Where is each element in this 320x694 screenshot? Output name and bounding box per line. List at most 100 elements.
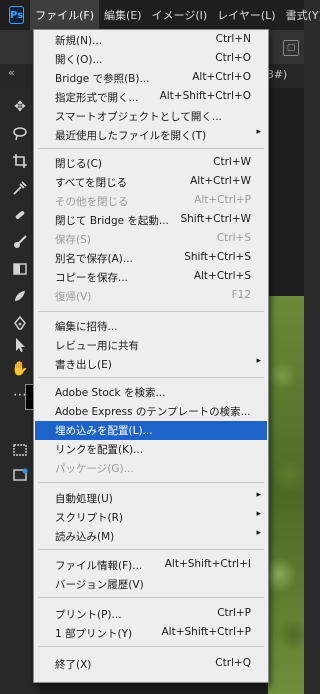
- menu-item-export[interactable]: 書き出し(E) ▸: [35, 355, 267, 374]
- menu-separator: [38, 482, 264, 483]
- menu-item-print[interactable]: プリント(P)... Ctrl+P: [35, 605, 267, 624]
- menu-item-shortcut: Alt+Shift+Ctrl+P: [161, 626, 252, 638]
- menu-separator: [38, 377, 264, 378]
- menu-item-invite-to-edit[interactable]: 編集に招待...: [35, 317, 267, 336]
- menu-item-label: コピーを保存...: [55, 272, 129, 284]
- pen-tool-icon[interactable]: [10, 313, 30, 333]
- menu-separator: [38, 549, 264, 550]
- menu-item-label: リンクを配置(K)...: [55, 444, 144, 456]
- menu-item-label: スクリプト(R): [55, 512, 123, 524]
- menu-item-scripts[interactable]: スクリプト(R) ▸: [35, 508, 267, 527]
- submenu-arrow-icon: ▸: [256, 127, 261, 137]
- menu-item-close-all[interactable]: すべてを閉じる Alt+Ctrl+W: [35, 173, 267, 192]
- menu-item-shortcut: Shift+Ctrl+S: [184, 251, 251, 263]
- menu-item-label: 開く(O)...: [55, 54, 103, 66]
- menu-item-open-as-smart-object[interactable]: スマートオブジェクトとして開く...: [35, 107, 267, 126]
- menu-item-label: プリント(P)...: [55, 609, 122, 621]
- canvas-image: [268, 296, 304, 694]
- menu-item-browse-in-bridge[interactable]: Bridge で参照(B)... Alt+Ctrl+O: [35, 69, 267, 88]
- menu-item-new[interactable]: 新規(N)... Ctrl+N: [35, 31, 267, 50]
- menu-item-label: スマートオブジェクトとして開く...: [55, 111, 222, 123]
- menubar-item-edit[interactable]: 編集(E): [99, 0, 147, 30]
- menu-item-open[interactable]: 開く(O)... Ctrl+O: [35, 50, 267, 69]
- menu-item-revert: 復帰(V) F12: [35, 287, 267, 306]
- menu-item-label: Bridge で参照(B)...: [55, 73, 150, 85]
- menu-item-shortcut: Ctrl+Q: [215, 657, 251, 669]
- brush-tool-icon[interactable]: [10, 232, 30, 252]
- menu-item-place-linked[interactable]: リンクを配置(K)...: [35, 440, 267, 459]
- dodge-tool-icon[interactable]: [10, 286, 30, 306]
- menu-item-save: 保存(S) Ctrl+S: [35, 230, 267, 249]
- menu-item-automate[interactable]: 自動処理(U) ▸: [35, 489, 267, 508]
- menu-item-save-as[interactable]: 別名で保存(A)... Shift+Ctrl+S: [35, 249, 267, 268]
- menubar-item-layer[interactable]: レイヤー(L): [212, 0, 280, 30]
- quick-mask-icon[interactable]: [10, 440, 30, 460]
- collapse-panels-icon[interactable]: «: [8, 66, 15, 79]
- menu-item-label: 読み込み(M): [55, 531, 115, 543]
- menu-item-label: バージョン履歴(V): [55, 579, 144, 591]
- menu-item-label: 閉じる(C): [55, 158, 103, 170]
- menu-item-shortcut: Ctrl+S: [216, 232, 251, 244]
- crop-tool-icon[interactable]: [10, 151, 30, 171]
- menu-item-shortcut: Shift+Ctrl+W: [180, 213, 251, 225]
- file-menu: 新規(N)... Ctrl+N 開く(O)... Ctrl+O Bridge で…: [33, 29, 269, 683]
- menu-item-label: 保存(S): [55, 234, 91, 246]
- path-selection-tool-icon[interactable]: [10, 335, 30, 355]
- hand-tool-icon[interactable]: ✋: [10, 359, 30, 379]
- menu-item-close-and-go-to-bridge[interactable]: 閉じて Bridge を起動... Shift+Ctrl+W: [35, 211, 267, 230]
- submenu-arrow-icon: ▸: [256, 490, 261, 500]
- gradient-tool-icon[interactable]: [10, 259, 30, 279]
- menu-item-file-info[interactable]: ファイル情報(F)... Alt+Shift+Ctrl+I: [35, 556, 267, 575]
- lasso-tool-icon[interactable]: [10, 124, 30, 144]
- move-tool-icon[interactable]: ✥: [10, 97, 30, 117]
- menu-item-label: Adobe Stock を検索...: [55, 387, 166, 399]
- menubar-item-file[interactable]: ファイル(F): [30, 0, 100, 30]
- menu-item-label: 自動処理(U): [55, 493, 113, 505]
- menubar-item-type[interactable]: 書式(Y): [281, 0, 320, 30]
- photoshop-logo[interactable]: Ps: [9, 6, 25, 24]
- menu-item-label: 新規(N)...: [55, 35, 103, 47]
- menu-item-label: 書き出し(E): [55, 359, 112, 371]
- menu-item-exit[interactable]: 終了(X) Ctrl+Q: [35, 655, 267, 674]
- menu-item-close[interactable]: 閉じる(C) Ctrl+W: [35, 154, 267, 173]
- menu-item-shortcut: Ctrl+P: [217, 607, 251, 619]
- menu-item-shortcut: F12: [231, 289, 251, 301]
- menu-item-shortcut: Alt+Shift+Ctrl+I: [164, 558, 251, 570]
- menu-item-label: 指定形式で開く...: [55, 92, 139, 104]
- healing-brush-tool-icon[interactable]: [10, 205, 30, 225]
- submenu-arrow-icon: ▸: [256, 356, 261, 366]
- menu-item-label: ファイル情報(F)...: [55, 560, 143, 572]
- menu-item-shortcut: Alt+Ctrl+S: [193, 270, 251, 282]
- screen-mode-icon[interactable]: [10, 465, 30, 485]
- menu-item-label: レビュー用に共有: [55, 340, 139, 352]
- menu-item-label: 復帰(V): [55, 291, 92, 303]
- menu-item-print-one-copy[interactable]: 1 部プリント(Y) Alt+Shift+Ctrl+P: [35, 624, 267, 643]
- menu-separator: [38, 311, 264, 312]
- menu-item-version-history[interactable]: バージョン履歴(V): [35, 575, 267, 594]
- menu-item-save-a-copy[interactable]: コピーを保存... Alt+Ctrl+S: [35, 268, 267, 287]
- menu-item-open-as[interactable]: 指定形式で開く... Alt+Shift+Ctrl+O: [35, 88, 267, 107]
- menubar-item-image[interactable]: イメージ(I): [147, 0, 213, 30]
- submenu-arrow-icon: ▸: [256, 528, 261, 538]
- menu-item-search-adobe-stock[interactable]: Adobe Stock を検索...: [35, 383, 267, 402]
- menu-item-label: 最近使用したファイルを開く(T): [55, 130, 207, 142]
- menu-item-shortcut: Alt+Ctrl+P: [194, 194, 251, 206]
- submenu-arrow-icon: ▸: [256, 509, 261, 519]
- menu-item-shortcut: Alt+Ctrl+W: [190, 175, 251, 187]
- menu-item-place-embedded[interactable]: 埋め込みを配置(L)...: [35, 421, 267, 440]
- menu-item-share-for-review[interactable]: レビュー用に共有: [35, 336, 267, 355]
- menu-item-label: 埋め込みを配置(L)...: [55, 425, 153, 437]
- options-panel-icon[interactable]: ▢: [283, 40, 299, 56]
- menu-item-import[interactable]: 読み込み(M) ▸: [35, 527, 267, 546]
- menu-item-label: その他を閉じる: [55, 196, 129, 208]
- eyedropper-tool-icon[interactable]: [10, 178, 30, 198]
- menu-item-shortcut: Ctrl+O: [215, 52, 251, 64]
- menubar: Ps ファイル(F) 編集(E) イメージ(I) レイヤー(L) 書式(Y): [0, 0, 320, 30]
- menu-item-shortcut: Ctrl+W: [213, 156, 251, 168]
- menu-item-label: パッケージ(G)...: [55, 463, 134, 475]
- menu-item-label: 別名で保存(A)...: [55, 253, 133, 265]
- menu-item-search-adobe-express-templates[interactable]: Adobe Express のテンプレートの検索...: [35, 402, 267, 421]
- menu-item-close-others: その他を閉じる Alt+Ctrl+P: [35, 192, 267, 211]
- menu-separator: [38, 597, 264, 598]
- menu-item-open-recent[interactable]: 最近使用したファイルを開く(T) ▸: [35, 126, 267, 145]
